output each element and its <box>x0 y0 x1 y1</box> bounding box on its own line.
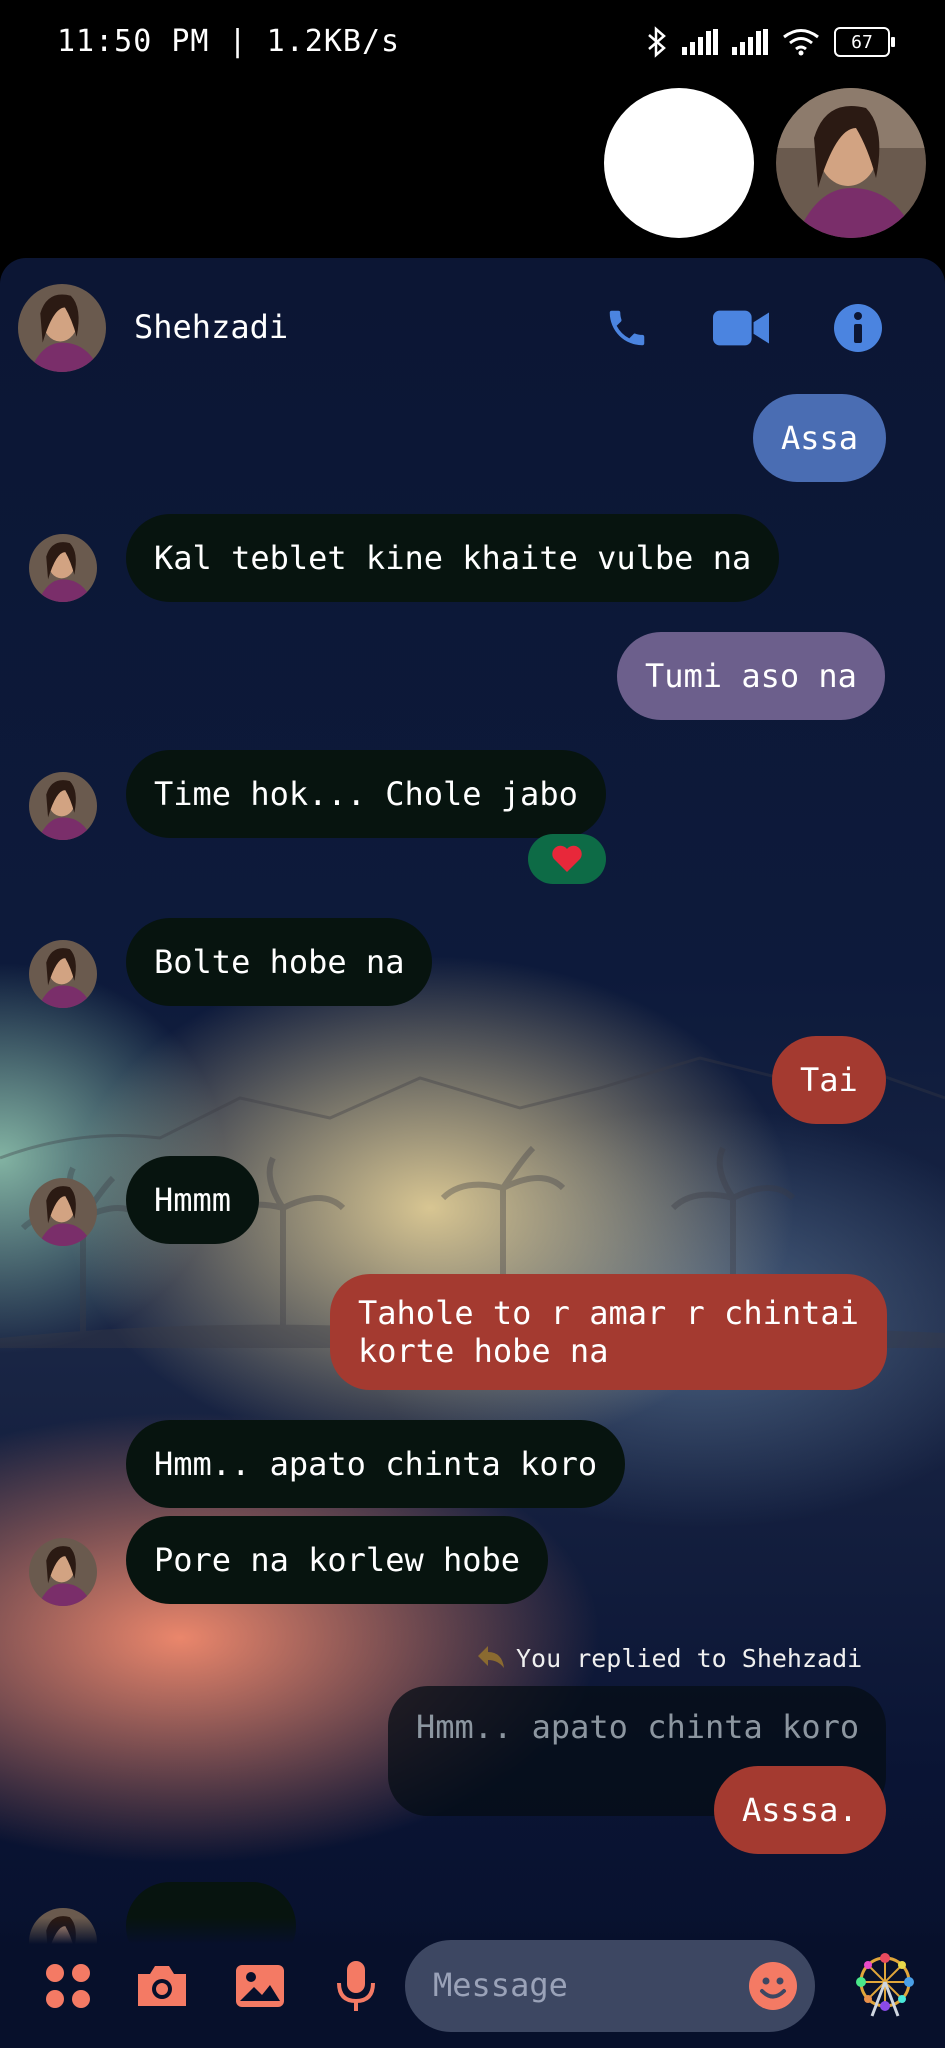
message-bubble-out[interactable]: Assa <box>753 394 887 482</box>
ferris-wheel-icon[interactable] <box>850 1950 920 2020</box>
sender-avatar <box>29 940 97 1008</box>
status-bar: 11:50 PM | 1.2KB/s 67 <box>0 0 945 86</box>
phone-icon[interactable] <box>599 303 655 353</box>
message-input[interactable]: Message <box>405 1940 815 2032</box>
message-bubble-out[interactable]: Tahole to r amar r chintai korte hobe na <box>330 1274 887 1390</box>
contact-name[interactable]: Shehzadi <box>134 308 288 346</box>
message-bubble-in[interactable]: Time hok... Chole jabo <box>126 750 606 838</box>
microphone-icon[interactable] <box>328 1958 384 2014</box>
gallery-icon[interactable] <box>232 1958 288 2014</box>
video-call-icon[interactable] <box>713 303 769 353</box>
signal-icon <box>732 29 768 55</box>
status-icons: 67 <box>646 26 895 58</box>
emoji-icon[interactable] <box>749 1962 797 2010</box>
sender-avatar <box>29 772 97 840</box>
battery-icon: 67 <box>834 27 895 57</box>
camera-icon[interactable] <box>134 1958 190 2014</box>
message-bubble-out[interactable]: Tumi aso na <box>617 632 885 720</box>
message-bubble-out[interactable]: Asssa. <box>714 1766 886 1854</box>
message-bubble-in[interactable]: Pore na korlew hobe <box>126 1516 549 1604</box>
chat-head-blank[interactable] <box>604 88 754 238</box>
status-time-speed: 11:50 PM | 1.2KB/s <box>57 24 401 59</box>
signal-icon <box>682 29 718 55</box>
sender-avatar <box>29 1178 97 1246</box>
message-composer: Message <box>0 1918 945 2048</box>
chat-head-avatar[interactable] <box>776 88 926 238</box>
wifi-icon <box>783 29 819 56</box>
message-placeholder: Message <box>433 1966 568 2004</box>
message-bubble-in[interactable]: Kal teblet kine khaite vulbe na <box>126 514 780 602</box>
chat-header: Shehzadi <box>0 258 945 388</box>
bluetooth-icon <box>648 26 666 58</box>
reply-arrow-icon <box>478 1646 504 1668</box>
chat-panel: Shehzadi Assa Kal teblet kine khaite vul… <box>0 258 945 2048</box>
message-bubble-in[interactable]: Bolte hobe na <box>126 918 433 1006</box>
sender-avatar <box>29 534 97 602</box>
message-bubble-out[interactable]: Tai <box>772 1036 886 1124</box>
message-bubble-in[interactable]: Hmmm <box>126 1156 260 1244</box>
apps-icon[interactable] <box>40 1958 96 2014</box>
info-icon[interactable] <box>830 303 886 353</box>
contact-avatar[interactable] <box>18 284 106 372</box>
reply-label: You replied to Shehzadi <box>516 1644 863 1673</box>
heart-icon <box>552 845 582 872</box>
sender-avatar <box>29 1538 97 1606</box>
message-bubble-in[interactable]: Hmm.. apato chinta koro <box>126 1420 626 1508</box>
heart-reaction[interactable] <box>528 834 606 884</box>
